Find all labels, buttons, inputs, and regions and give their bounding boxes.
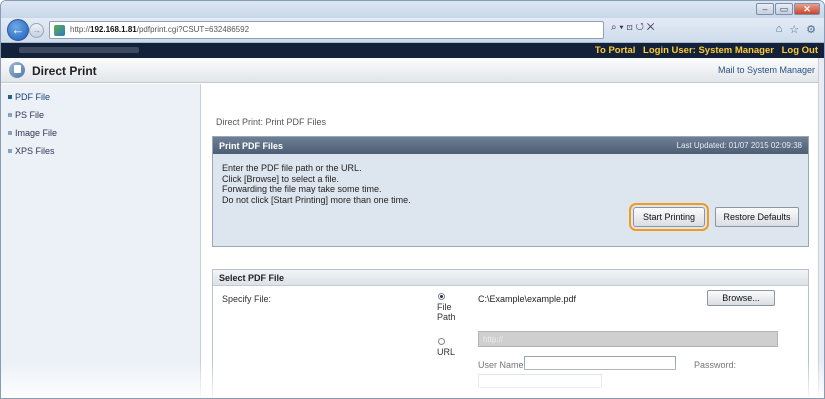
file-path-label-line: Path bbox=[437, 312, 456, 322]
browser-nav-bar: ← → http://192.168.1.81/pdfprint.cgi?CSU… bbox=[1, 18, 824, 43]
home-icon[interactable]: ⌂ bbox=[776, 23, 783, 36]
scrollbar[interactable] bbox=[818, 58, 824, 398]
close-button[interactable]: ✕ bbox=[794, 3, 820, 15]
url-radio[interactable] bbox=[438, 338, 445, 345]
browse-button[interactable]: Browse... bbox=[707, 290, 775, 306]
browser-toolbar-icons: ⌂ ☆ ⚙ bbox=[776, 23, 816, 36]
header-links: To Portal Login User: System Manager Log… bbox=[590, 45, 818, 56]
bullet-icon bbox=[8, 95, 12, 99]
url-path: /pdfprint.cgi?CSUT=632486592 bbox=[136, 25, 250, 34]
panel-title: Print PDF Files bbox=[219, 141, 284, 151]
password-label: Password: bbox=[694, 360, 737, 370]
restore-defaults-button[interactable]: Restore Defaults bbox=[715, 207, 799, 227]
sidebar: PDF File PS File Image File XPS Files bbox=[1, 84, 201, 398]
forward-arrow-icon[interactable]: → bbox=[29, 23, 44, 38]
back-arrow-icon[interactable]: ← bbox=[7, 19, 29, 41]
settings-icon[interactable]: ⚙ bbox=[806, 23, 816, 36]
instruction-line: Click [Browse] to select a file. bbox=[222, 173, 340, 184]
url-label: URL bbox=[437, 347, 456, 357]
sidebar-item-xps-files[interactable]: XPS Files bbox=[8, 146, 55, 156]
instructions: Enter the PDF file path or the URL. Clic… bbox=[222, 163, 411, 205]
window-controls: – ▭ ✕ bbox=[756, 3, 820, 15]
search-refresh-icons[interactable]: ⌕ ▾ ⊡ ↺ ✕ bbox=[611, 22, 654, 33]
select-file-panel: Select PDF File Specify File: File Path … bbox=[212, 269, 809, 398]
login-user-text: Login User: System Manager bbox=[643, 45, 774, 56]
main-content: Direct Print: Print PDF Files Print PDF … bbox=[202, 84, 824, 398]
sidebar-item-ps-file[interactable]: PS File bbox=[8, 110, 44, 120]
mail-to-manager-link[interactable]: Mail to System Manager bbox=[718, 65, 815, 75]
panel-header: Print PDF Files Last Updated: 01/07 2015… bbox=[213, 137, 808, 154]
file-path-radio[interactable] bbox=[438, 293, 445, 300]
instruction-line: Enter the PDF file path or the URL. bbox=[222, 163, 362, 173]
app-header: To Portal Login User: System Manager Log… bbox=[1, 43, 824, 58]
bullet-icon bbox=[8, 131, 12, 135]
bullet-icon bbox=[8, 113, 12, 117]
specify-file-label: Specify File: bbox=[222, 294, 272, 304]
username-field[interactable] bbox=[524, 356, 676, 370]
file-path-value[interactable]: C:\Example\example.pdf bbox=[478, 294, 576, 304]
logout-link[interactable]: Log Out bbox=[782, 45, 818, 56]
address-actions[interactable]: ⌕ ▾ ⊡ ↺ ✕ bbox=[611, 22, 654, 33]
url-prefix: http:// bbox=[70, 25, 91, 34]
panel-body: Enter the PDF file path or the URL. Clic… bbox=[213, 154, 808, 246]
address-bar[interactable]: http://192.168.1.81/pdfprint.cgi?CSUT=63… bbox=[49, 21, 604, 39]
favorites-icon[interactable]: ☆ bbox=[789, 23, 799, 36]
username-label: User Name: bbox=[478, 360, 527, 370]
direct-print-icon bbox=[9, 62, 25, 78]
instruction-line: Forwarding the file may take some time. bbox=[222, 184, 382, 194]
url-input[interactable] bbox=[478, 331, 778, 347]
password-field[interactable] bbox=[478, 374, 602, 388]
sidebar-item-label: PDF File bbox=[15, 92, 51, 102]
site-icon bbox=[54, 25, 65, 36]
page-title: Direct Print bbox=[32, 64, 97, 78]
file-path-label-line: File bbox=[437, 302, 452, 312]
sidebar-item-label: XPS Files bbox=[15, 146, 55, 156]
url-host: 192.168.1.81 bbox=[90, 25, 137, 34]
page-title-bar: Direct Print Mail to System Manager bbox=[1, 58, 824, 83]
minimize-button[interactable]: – bbox=[756, 3, 774, 15]
sidebar-item-image-file[interactable]: Image File bbox=[8, 128, 57, 138]
url-input-value: http:// bbox=[483, 335, 504, 344]
sidebar-item-label: Image File bbox=[15, 128, 58, 138]
sidebar-item-pdf-file[interactable]: PDF File bbox=[8, 92, 50, 102]
bullet-icon bbox=[8, 149, 12, 153]
title-bar: – ▭ ✕ bbox=[1, 1, 824, 18]
sidebar-item-label: PS File bbox=[15, 110, 45, 120]
portal-link[interactable]: To Portal bbox=[595, 45, 635, 56]
start-printing-button[interactable]: Start Printing bbox=[629, 203, 709, 231]
select-file-header: Select PDF File bbox=[213, 270, 808, 286]
last-updated: Last Updated: 01/07 2015 02:09:38 bbox=[676, 141, 802, 150]
breadcrumb: Direct Print: Print PDF Files bbox=[216, 117, 327, 127]
select-file-body: Specify File: File Path C:\Example\examp… bbox=[213, 286, 808, 398]
restore-button[interactable]: ▭ bbox=[775, 3, 793, 15]
file-path-label: File Path bbox=[437, 302, 456, 322]
print-pdf-panel: Print PDF Files Last Updated: 01/07 2015… bbox=[212, 136, 809, 247]
browser-window: – ▭ ✕ ← → http://192.168.1.81/pdfprint.c… bbox=[0, 0, 825, 399]
instruction-line: Do not click [Start Printing] more than … bbox=[222, 194, 411, 205]
address-text: http://192.168.1.81/pdfprint.cgi?CSUT=63… bbox=[70, 25, 249, 34]
device-name bbox=[19, 47, 139, 53]
